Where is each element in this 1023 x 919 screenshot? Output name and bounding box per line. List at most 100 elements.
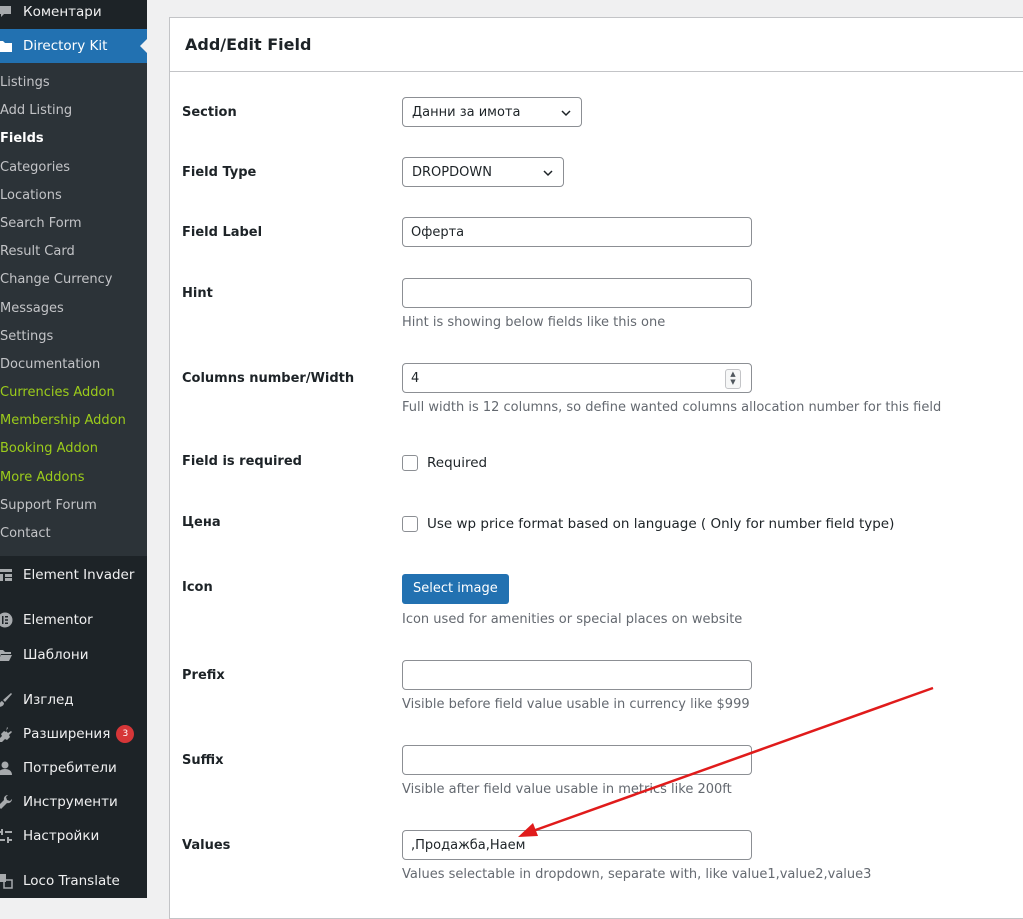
- sidebar-item-documentation[interactable]: Documentation: [0, 351, 147, 379]
- menu-users-label: Потребители: [23, 760, 117, 777]
- field-label-input[interactable]: Оферта: [402, 217, 752, 247]
- values-label: Values: [182, 838, 231, 853]
- prefix-help: Visible before field value usable in cur…: [402, 697, 750, 712]
- price-checkbox-wrap[interactable]: Use wp price format based on language ( …: [402, 516, 894, 532]
- field-type-label: Field Type: [182, 165, 257, 180]
- user-icon: [0, 760, 13, 776]
- folder-open-icon: [0, 647, 13, 663]
- menu-loco-translate[interactable]: Loco Translate: [0, 864, 147, 898]
- menu-element-invader[interactable]: Element Invader: [0, 558, 147, 592]
- translate-icon: [0, 873, 13, 889]
- menu-elementor-label: Elementor: [23, 612, 93, 629]
- prefix-input[interactable]: [402, 660, 752, 690]
- sidebar-item-messages[interactable]: Messages: [0, 295, 147, 323]
- menu-tools-label: Инструменти: [23, 794, 118, 811]
- admin-sidebar: Коментари Directory Kit Listings Add Lis…: [0, 0, 147, 898]
- folder-icon: [0, 38, 13, 54]
- menu-comments-label: Коментари: [23, 4, 102, 20]
- menu-users[interactable]: Потребители: [0, 751, 147, 785]
- prefix-label: Prefix: [182, 668, 225, 683]
- paintbrush-icon: [0, 692, 13, 708]
- menu-comments[interactable]: Коментари: [0, 0, 147, 25]
- sidebar-item-fields[interactable]: Fields: [0, 125, 147, 153]
- values-input[interactable]: ,Продажба,Наем: [402, 830, 752, 860]
- menu-settings[interactable]: Настройки: [0, 819, 147, 853]
- menu-plugins-label: Разширения: [23, 726, 111, 743]
- sliders-icon: [0, 828, 13, 844]
- sidebar-item-booking-addon[interactable]: Booking Addon: [0, 435, 147, 463]
- suffix-row: Suffix Visible after field value usable …: [170, 745, 1023, 797]
- sidebar-item-settings[interactable]: Settings: [0, 323, 147, 351]
- hint-label: Hint: [182, 286, 213, 301]
- sidebar-item-categories[interactable]: Categories: [0, 154, 147, 182]
- sidebar-item-currencies-addon[interactable]: Currencies Addon: [0, 379, 147, 407]
- wrench-icon: [0, 794, 13, 810]
- field-label-value: Оферта: [411, 224, 465, 240]
- section-select-value: Данни за имота: [412, 104, 521, 120]
- required-checkbox-label: Required: [427, 455, 488, 471]
- price-format-checkbox[interactable]: [402, 516, 418, 532]
- hint-input[interactable]: [402, 278, 752, 308]
- columns-row: Columns number/Width 4 ▲ ▼ Full width is …: [170, 363, 1023, 415]
- sidebar-item-change-currency[interactable]: Change Currency: [0, 266, 147, 294]
- menu-templates-label: Шаблони: [23, 647, 89, 664]
- sidebar-item-membership-addon[interactable]: Membership Addon: [0, 407, 147, 435]
- values-value: ,Продажба,Наем: [411, 837, 526, 853]
- menu-tools[interactable]: Инструменти: [0, 785, 147, 819]
- icon-help: Icon used for amenities or special place…: [402, 612, 743, 627]
- sidebar-item-result-card[interactable]: Result Card: [0, 238, 147, 266]
- suffix-label: Suffix: [182, 753, 224, 768]
- field-label-label: Field Label: [182, 225, 263, 240]
- plugins-update-badge: 3: [116, 725, 135, 744]
- comment-icon: [0, 4, 13, 20]
- sidebar-item-support-forum[interactable]: Support Forum: [0, 492, 147, 520]
- required-checkbox[interactable]: [402, 455, 418, 471]
- menu-loco-translate-label: Loco Translate: [23, 873, 120, 890]
- suffix-help: Visible after field value usable in metr…: [402, 782, 732, 797]
- sidebar-item-listings[interactable]: Listings: [0, 69, 147, 97]
- menu-directory-kit[interactable]: Directory Kit: [0, 29, 147, 63]
- menu-templates[interactable]: Шаблони: [0, 638, 147, 672]
- sidebar-item-more-addons[interactable]: More Addons: [0, 464, 147, 492]
- columns-help: Full width is 12 columns, so define want…: [402, 400, 942, 415]
- menu-appearance-label: Изглед: [23, 692, 74, 709]
- sidebar-item-contact[interactable]: Contact: [0, 520, 147, 548]
- section-label: Section: [182, 105, 237, 120]
- price-label: Цена: [182, 515, 221, 530]
- chevron-down-icon: [543, 170, 553, 177]
- required-label: Field is required: [182, 454, 302, 469]
- sidebar-item-add-listing[interactable]: Add Listing: [0, 97, 147, 125]
- field-type-select-value: DROPDOWN: [412, 164, 492, 180]
- columns-value: 4: [411, 370, 420, 386]
- field-type-select[interactable]: DROPDOWN: [402, 157, 564, 187]
- suffix-input[interactable]: [402, 745, 752, 775]
- menu-appearance[interactable]: Изглед: [0, 683, 147, 717]
- section-row: Section Данни за имота: [170, 97, 1023, 127]
- panel-title: Add/Edit Field: [170, 18, 1023, 72]
- menu-directory-kit-label: Directory Kit: [23, 38, 108, 54]
- elementor-icon: [0, 612, 13, 628]
- hint-help: Hint is showing below fields like this o…: [402, 315, 666, 330]
- required-checkbox-wrap[interactable]: Required: [402, 455, 487, 471]
- columns-number-input[interactable]: 4 ▲ ▼: [402, 363, 752, 393]
- menu-elementor[interactable]: Elementor: [0, 603, 147, 637]
- number-spinner[interactable]: ▲ ▼: [725, 369, 741, 389]
- field-label-row: Field Label Оферта: [170, 217, 1023, 247]
- section-select[interactable]: Данни за имота: [402, 97, 582, 127]
- columns-label: Columns number/Width: [182, 371, 355, 386]
- plugin-icon: [0, 726, 13, 743]
- menu-plugins[interactable]: Разширения 3: [0, 717, 147, 751]
- values-help: Values selectable in dropdown, separate …: [402, 867, 872, 882]
- field-type-row: Field Type DROPDOWN: [170, 157, 1023, 187]
- menu-element-invader-label: Element Invader: [23, 567, 135, 584]
- price-checkbox-label: Use wp price format based on language ( …: [427, 516, 895, 532]
- menu-settings-label: Настройки: [23, 828, 100, 845]
- sidebar-item-locations[interactable]: Locations: [0, 182, 147, 210]
- values-row: Values ,Продажба,Наем Values selectable …: [170, 830, 1023, 882]
- select-image-button[interactable]: Select image: [402, 574, 509, 604]
- sidebar-item-search-form[interactable]: Search Form: [0, 210, 147, 238]
- prefix-row: Prefix Visible before field value usable…: [170, 660, 1023, 712]
- icon-label: Icon: [182, 580, 213, 595]
- chevron-down-icon: [561, 110, 571, 117]
- grid-icon: [0, 567, 13, 583]
